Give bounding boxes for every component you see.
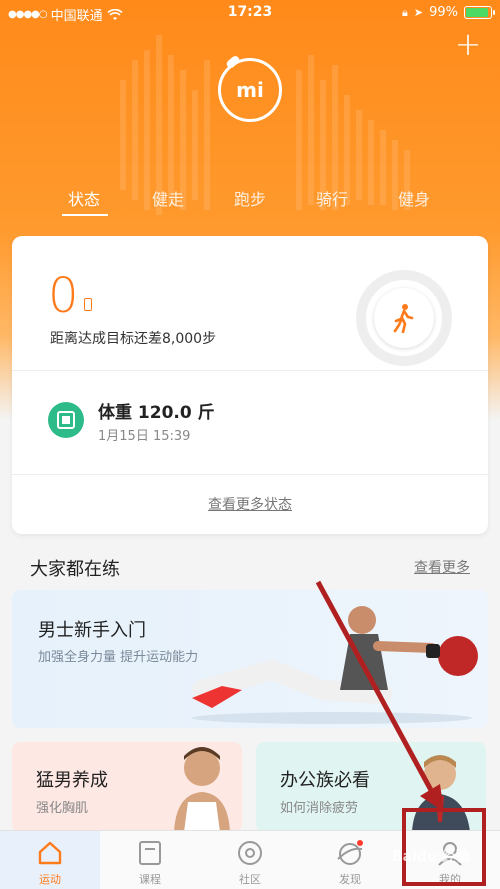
status-bar: ●●●●○ 中国联通 17:23 🔒︎ ➤ 99% (0, 0, 500, 26)
steps-remaining-text: 距离达成目标还差8,000步 (50, 331, 217, 347)
tab-status[interactable]: 状态 (68, 186, 100, 210)
view-more-status-link[interactable]: 查看更多状态 (0, 494, 500, 514)
sport-tabs: 状态 健走 跑步 骑行 健身 (0, 186, 500, 218)
tab-run[interactable]: 跑步 (234, 186, 266, 210)
walking-person-icon (393, 304, 414, 333)
weight-timestamp: 1月15日 15:39 (98, 429, 191, 444)
section-title: 大家都在练 (30, 559, 120, 580)
step-count: 0 (48, 268, 79, 324)
card-divider (12, 370, 488, 371)
battery-percent: 99% (429, 5, 458, 20)
view-more-link[interactable]: 查看更多 (414, 557, 470, 577)
tab-cycle[interactable]: 骑行 (316, 186, 348, 210)
tabbar-item-course[interactable]: 课程 (100, 831, 200, 889)
man-portrait-illustration (174, 747, 230, 832)
location-icon: ➤ (413, 6, 424, 19)
add-button[interactable]: + (454, 28, 482, 60)
athlete-illustration (192, 606, 478, 724)
course-subtitle: 加强全身力量 提升运动能力 (38, 650, 199, 665)
walk-button[interactable] (374, 288, 434, 348)
course-icon (139, 841, 161, 865)
course-subtitle: 如何消除疲劳 (280, 801, 359, 816)
tab-active-indicator (62, 214, 108, 216)
weight-value[interactable]: 体重 120.0 斤 (98, 398, 215, 423)
course-card[interactable]: 猛男养成 强化胸肌 (12, 742, 242, 832)
home-icon (38, 841, 62, 865)
rotation-lock-icon: 🔒︎ (402, 5, 408, 19)
phone-icon (84, 298, 92, 311)
tabbar-item-discover[interactable]: 发现 (300, 831, 400, 889)
course-title: 猛男养成 (36, 770, 108, 791)
course-title: 办公族必看 (280, 770, 370, 791)
course-card[interactable]: 男士新手入门 加强全身力量 提升运动能力 (12, 590, 488, 728)
tab-fitness[interactable]: 健身 (398, 186, 430, 210)
watermark: Baidu 经验 (392, 849, 470, 865)
discover-icon (337, 840, 363, 865)
community-icon (238, 841, 262, 865)
card-divider (12, 474, 488, 475)
tabbar-item-community[interactable]: 社区 (200, 831, 300, 889)
tabbar-label: 课程 (139, 873, 161, 886)
course-subtitle: 强化胸肌 (36, 801, 89, 816)
course-title: 男士新手入门 (38, 620, 146, 641)
tabbar-label: 社区 (239, 873, 261, 886)
tabbar-label: 发现 (339, 873, 361, 886)
tabbar-item-sport[interactable]: 运动 (0, 831, 100, 889)
mi-logo: mi (236, 78, 264, 102)
tabbar-label: 运动 (39, 873, 61, 886)
battery-icon (464, 6, 495, 19)
tab-walk[interactable]: 健走 (152, 186, 184, 210)
weight-scale-icon (48, 402, 84, 438)
